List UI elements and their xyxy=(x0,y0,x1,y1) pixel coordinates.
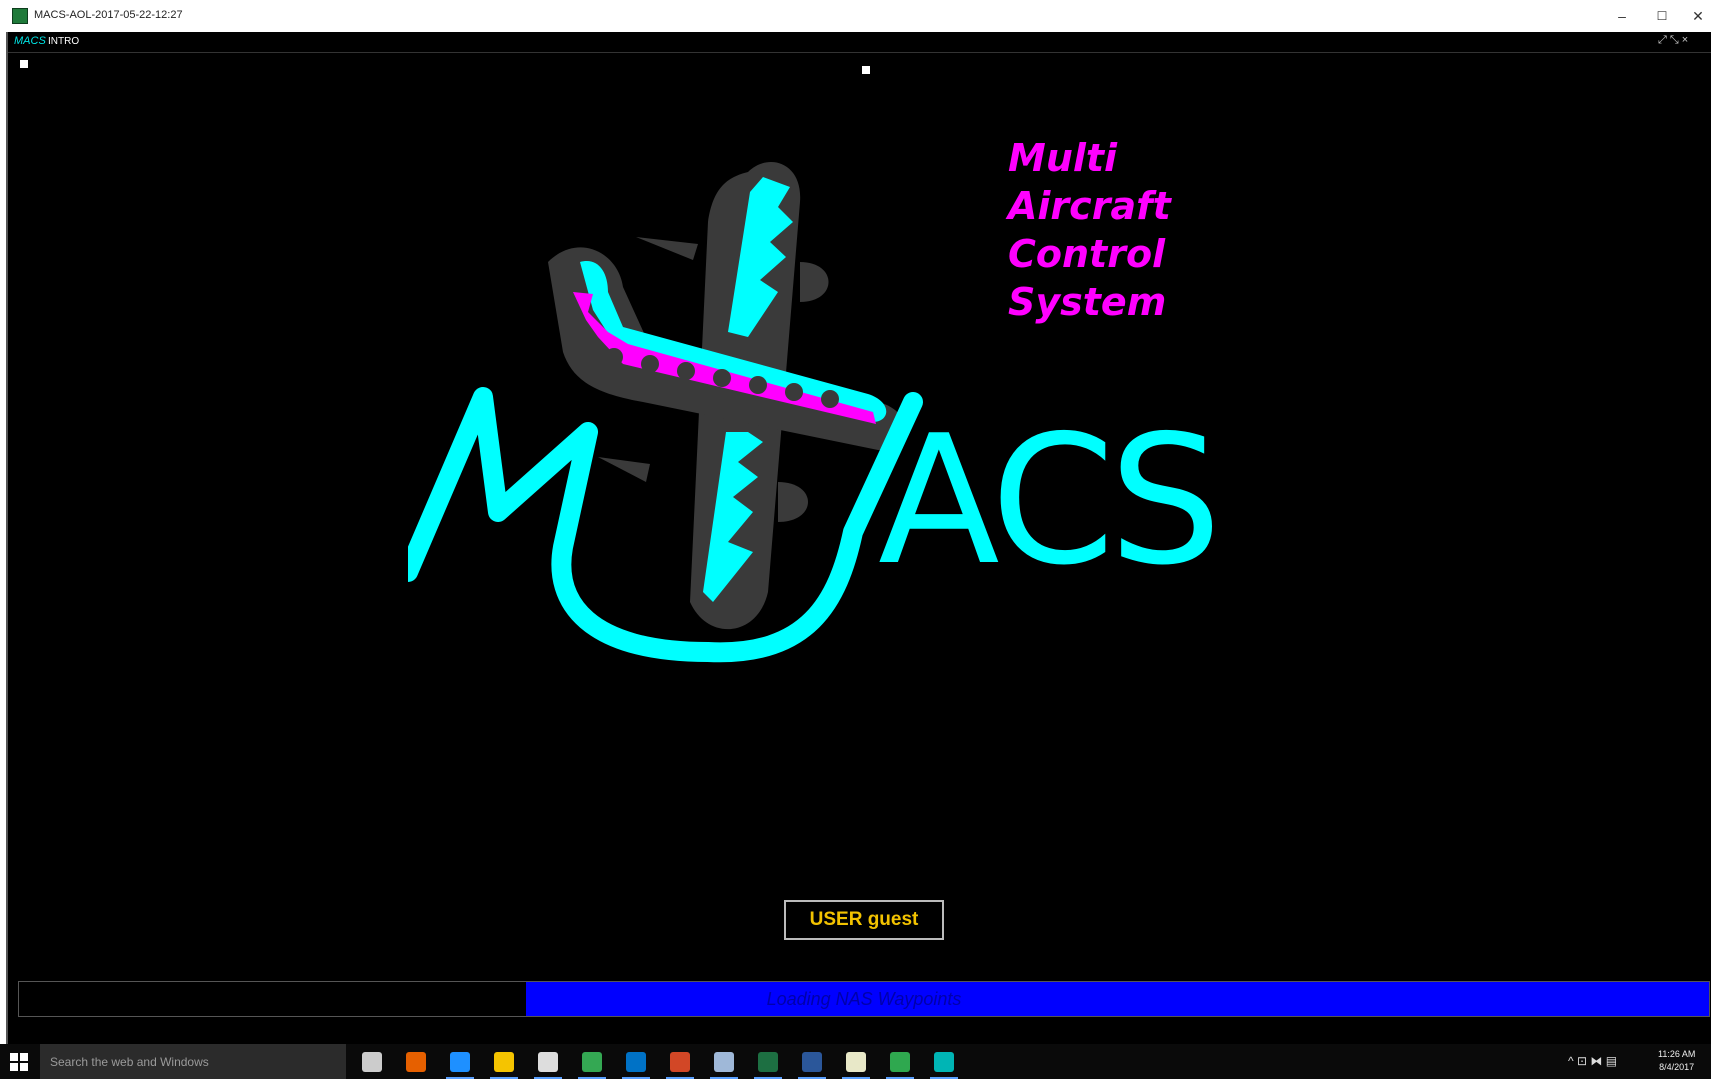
loading-progress-bar: Loading NAS Waypoints xyxy=(18,981,1710,1017)
center-marker xyxy=(862,66,870,74)
logo-letters: ACS xyxy=(878,412,1222,590)
subtitle-block: Multi Aircraft Control System xyxy=(1008,134,1171,326)
clock-date: 8/4/2017 xyxy=(1659,1062,1695,1072)
progress-label: Loading NAS Waypoints xyxy=(766,989,962,1009)
chrome-icon[interactable] xyxy=(582,1052,602,1072)
close-button[interactable]: ✕ xyxy=(1680,4,1711,28)
store-icon[interactable] xyxy=(538,1052,558,1072)
excel-icon[interactable] xyxy=(758,1052,778,1072)
powerpoint-icon[interactable] xyxy=(670,1052,690,1072)
macs-intro-window: MACS INTRO ⤢ ⤡ × ACS Multi Aircraft Cont… xyxy=(6,32,1711,1051)
macs-logo-small: MACS xyxy=(14,35,46,47)
clock-time: 11:26 AM xyxy=(1658,1049,1696,1059)
taskbar-search-box[interactable]: Search the web and Windows xyxy=(40,1044,346,1079)
minimize-button[interactable]: – xyxy=(1604,4,1640,28)
subtitle-system: System xyxy=(1008,280,1167,324)
image-app-icon[interactable] xyxy=(890,1052,910,1072)
window-titlebar: MACS-AOL-2017-05-22-12:27 – ☐ ✕ xyxy=(0,0,1711,32)
notepad-icon[interactable] xyxy=(846,1052,866,1072)
user-guest-button[interactable]: USER guest xyxy=(784,900,944,940)
word-icon[interactable] xyxy=(802,1052,822,1072)
macs-app-icon xyxy=(12,8,28,24)
app-icon[interactable] xyxy=(714,1052,734,1072)
taskbar-clock[interactable]: 11:26 AM 8/4/2017 xyxy=(1658,1048,1695,1074)
windows-start-icon[interactable] xyxy=(10,1053,28,1071)
maximize-button[interactable]: ☐ xyxy=(1644,4,1680,28)
inner-titlebar: MACS INTRO ⤢ ⤡ × xyxy=(8,32,1711,53)
subtitle-control: Control xyxy=(1008,232,1166,276)
edge-icon[interactable] xyxy=(450,1052,470,1072)
firefox-icon[interactable] xyxy=(406,1052,426,1072)
outlook-icon[interactable] xyxy=(626,1052,646,1072)
logo-letters-text: ACS xyxy=(878,397,1222,604)
task-view-icon[interactable] xyxy=(362,1052,382,1072)
window-title: MACS-AOL-2017-05-22-12:27 xyxy=(34,9,183,21)
macs-icon[interactable] xyxy=(934,1052,954,1072)
subtitle-multi: Multi xyxy=(1008,136,1118,180)
corner-marker xyxy=(20,60,28,68)
windows-taskbar: Search the web and Windows ^ ⊡ ⧓ ▤ 11:26… xyxy=(0,1044,1711,1079)
subtitle-aircraft: Aircraft xyxy=(1008,184,1171,228)
panel-name: INTRO xyxy=(48,36,80,47)
file-explorer-icon[interactable] xyxy=(494,1052,514,1072)
search-placeholder: Search the web and Windows xyxy=(50,1055,209,1069)
window-controls-icons[interactable]: ⤢ ⤡ × xyxy=(1658,34,1688,47)
system-tray-icons[interactable]: ^ ⊡ ⧓ ▤ xyxy=(1568,1054,1617,1068)
